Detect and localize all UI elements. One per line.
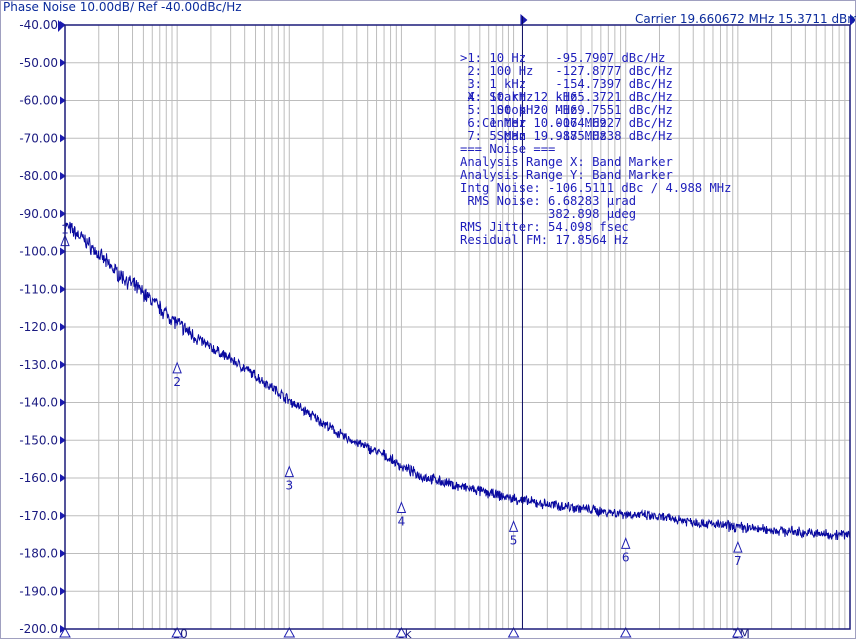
marker-6-icon[interactable]: [620, 537, 631, 549]
y-tick-label: -80.00: [19, 169, 58, 183]
y-tick-label: -190.0: [19, 584, 58, 598]
marker-7-label: 7: [734, 554, 742, 568]
marker-3-icon[interactable]: [284, 465, 295, 478]
marker-5-label: 5: [510, 533, 518, 547]
readout-marker-label: >1:: [460, 51, 490, 65]
readout-marker-label: 3:: [460, 77, 490, 91]
y-tick-label: -110.0: [19, 282, 58, 296]
y-tick-label: -160.0: [19, 471, 58, 485]
y-tick-label: -150.0: [19, 433, 58, 447]
y-tick-label: -40.00: [19, 18, 58, 32]
marker-7-icon[interactable]: [733, 540, 743, 553]
readout-marker-label: 2:: [460, 64, 490, 78]
marker-3-label: 3: [285, 479, 293, 493]
y-tick-label: -100.0: [19, 245, 58, 259]
carrier-frequency: Carrier 19.660672 MHz: [635, 12, 775, 26]
marker-6-label: 6: [622, 550, 630, 564]
y-tick-label: -90.00: [19, 207, 58, 221]
marker-4-icon[interactable]: [396, 501, 407, 514]
readout-marker-freq: 1 kHz: [489, 77, 556, 91]
y-axis-ticks: -40.00 -50.00 -60.00 -70.00 -80.00 -90.00 -100…: [19, 18, 66, 636]
y-tick-label: -60.00: [19, 94, 58, 108]
readout-marker-freq: 100 Hz: [489, 64, 556, 78]
y-tick-label: -120.0: [19, 320, 58, 334]
readout-marker-freq: 10 Hz: [489, 51, 556, 65]
marker-4-label: 4: [398, 515, 406, 529]
y-tick-label: -200.0: [19, 622, 58, 636]
marker-5-icon[interactable]: [508, 520, 519, 532]
marker-readout: >1: 10 Hz -95.7907 dBc/Hz 2: 100 Hz -127…: [460, 26, 732, 247]
readout-info-line: Residual FM: 17.8564 Hz: [460, 233, 629, 247]
readout-marker-value: -95.7907 dBc/Hz: [555, 51, 666, 65]
y-tick-label: -170.0: [19, 509, 58, 523]
y-tick-label: -50.00: [19, 56, 58, 70]
chart-title: Phase Noise 10.00dB/ Ref -40.00dBc/Hz: [3, 0, 242, 14]
marker-2-label: 2: [173, 375, 181, 389]
y-tick-label: -130.0: [19, 358, 58, 372]
marker-set: 123456 7: [59, 14, 856, 638]
band-marker-handle-icon[interactable]: [520, 14, 528, 26]
y-tick-label: -70.00: [19, 131, 58, 145]
readout-marker-value: -154.7397 dBc/Hz: [555, 77, 673, 91]
readout-marker-value: -127.8777 dBc/Hz: [555, 64, 673, 78]
y-tick-label: -180.0: [19, 547, 58, 561]
carrier-power: 15.3711 dBm: [778, 12, 856, 26]
y-tick-label: -140.0: [19, 396, 58, 410]
